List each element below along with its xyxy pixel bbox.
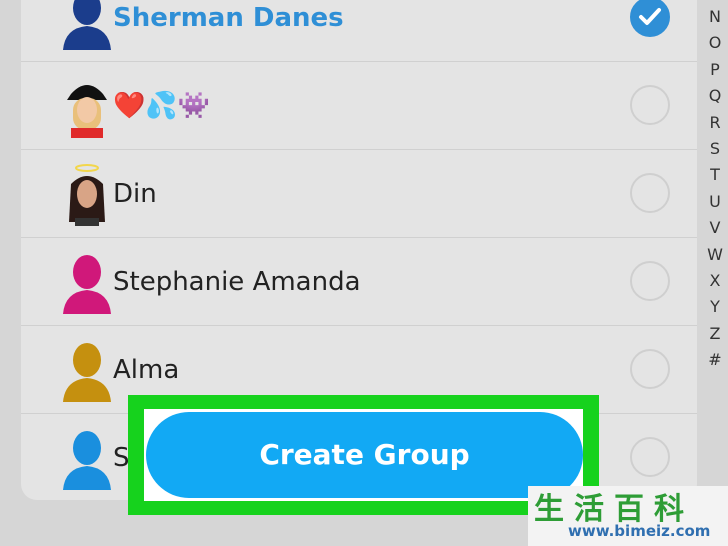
contact-row-sherman-danes[interactable]: Sherman Danes <box>21 0 697 62</box>
contact-name: Din <box>113 179 157 209</box>
contact-name: Stephanie Amanda <box>113 267 361 297</box>
person-silhouette-icon <box>63 0 111 50</box>
index-letter[interactable]: R <box>704 110 726 136</box>
checkmark-icon <box>639 8 661 25</box>
bitmoji-avatar <box>67 85 107 138</box>
index-letter[interactable]: X <box>704 268 726 294</box>
contact-name: ❤️💦👾 <box>113 91 211 121</box>
index-letter[interactable]: U <box>704 189 726 215</box>
index-letter[interactable]: T <box>704 162 726 188</box>
contact-row-emoji[interactable]: ❤️💦👾 <box>21 62 697 150</box>
contact-row-din[interactable]: Din <box>21 150 697 238</box>
contact-row-stephanie-amanda[interactable]: Stephanie Amanda <box>21 238 697 326</box>
person-silhouette-icon <box>63 255 111 314</box>
select-checkbox[interactable] <box>630 173 670 213</box>
index-letter[interactable]: Z <box>704 321 726 347</box>
index-letter[interactable]: O <box>704 30 726 56</box>
watermark-url: www.bimeiz.com <box>568 522 711 540</box>
alphabet-index[interactable]: N O P Q R S T U V W X Y Z # <box>704 4 726 373</box>
index-letter[interactable]: V <box>704 215 726 241</box>
select-checkbox[interactable] <box>630 437 670 477</box>
select-checkbox[interactable] <box>630 85 670 125</box>
person-silhouette-icon <box>63 343 111 402</box>
bitmoji-avatar <box>69 164 105 226</box>
person-silhouette-icon <box>63 431 111 490</box>
index-letter[interactable]: Y <box>704 294 726 320</box>
selected-checkbox[interactable] <box>630 0 670 37</box>
select-checkbox[interactable] <box>630 349 670 389</box>
create-group-button[interactable]: Create Group <box>146 412 583 498</box>
index-letter[interactable]: # <box>704 347 726 373</box>
index-letter[interactable]: Q <box>704 83 726 109</box>
contact-name: Sherman Danes <box>113 3 344 33</box>
index-letter[interactable]: S <box>704 136 726 162</box>
select-checkbox[interactable] <box>630 261 670 301</box>
index-letter[interactable]: N <box>704 4 726 30</box>
index-letter[interactable]: P <box>704 57 726 83</box>
watermark: 生活百科 www.bimeiz.com <box>528 486 728 546</box>
index-letter[interactable]: W <box>704 242 726 268</box>
